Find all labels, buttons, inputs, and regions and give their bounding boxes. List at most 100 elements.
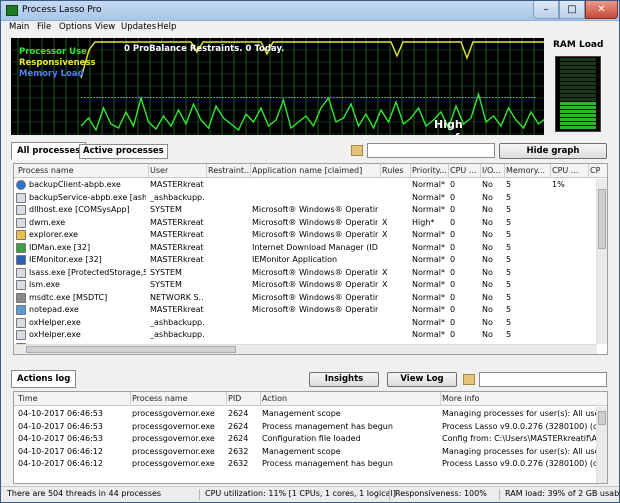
process-row[interactable]: IEMonitor.exe [32] MASTERkreatif IEMonitor… (14, 254, 596, 267)
minimize-button[interactable]: – (533, 1, 559, 19)
column-header[interactable]: Application name [claimed] (252, 166, 362, 175)
log-column-resize-handle[interactable] (440, 392, 441, 406)
process-row[interactable]: lsm.exe SYSTEM Microsoft® Windows® Operati… (14, 279, 596, 292)
column-header[interactable]: Priority... (412, 166, 447, 175)
log-cell: processgovernor.exe (132, 434, 215, 443)
column-header[interactable]: Rules (382, 166, 404, 175)
process-cell: Normal* (412, 317, 445, 327)
log-column-header[interactable]: Time (18, 394, 38, 403)
menu-file[interactable]: File (37, 22, 51, 32)
process-row[interactable]: backupService-abpb.exe [ashba... _ashback… (14, 192, 596, 205)
log-column-resize-handle[interactable] (260, 392, 261, 406)
tab-all-processes[interactable]: All processes (11, 142, 87, 160)
process-row[interactable]: lsass.exe [ProtectedStorage,Sa... SYSTEM M… (14, 267, 596, 280)
log-column-header[interactable]: Action (262, 394, 287, 403)
process-cell: 0 (450, 242, 456, 252)
log-row[interactable]: 04-10-2017 06:46:12 processgovernor.exe 26… (14, 458, 597, 471)
filter-icon[interactable] (351, 145, 363, 156)
vertical-scroll-thumb[interactable] (598, 189, 606, 249)
process-cell: 0 (450, 255, 456, 264)
menu-help[interactable]: Help (157, 22, 176, 32)
hide-graph-button[interactable]: Hide graph (499, 143, 607, 159)
log-column-header[interactable]: PID (228, 394, 241, 403)
process-row[interactable]: backupClient-abpb.exe MASTERkreatif Normal… (14, 179, 596, 192)
log-column-header[interactable]: More info (442, 394, 479, 403)
column-header[interactable]: Process name (18, 166, 74, 175)
process-table-horizontal-scrollbar[interactable] (14, 344, 597, 354)
column-resize-handle[interactable] (448, 164, 449, 178)
process-cell: No (482, 192, 493, 202)
status-ram-load: RAM load: 39% of 2 GB usabl (505, 489, 620, 498)
title-bar[interactable]: Process Lasso Pro – □ ✕ (1, 1, 619, 21)
log-cell: 04-10-2017 06:46:12 (18, 459, 103, 468)
column-resize-handle[interactable] (480, 164, 481, 178)
process-row[interactable]: notepad.exe MASTERkreatif Microsoft® Windo… (14, 304, 596, 317)
log-column-resize-handle[interactable] (226, 392, 227, 406)
column-resize-handle[interactable] (588, 164, 589, 178)
column-header[interactable]: I/O... (482, 166, 501, 175)
process-cell: Normal* (412, 280, 445, 289)
column-resize-handle[interactable] (148, 164, 149, 178)
column-header[interactable]: User (150, 166, 168, 175)
process-cell: notepad.exe (29, 305, 79, 314)
process-cell: Microsoft® Windows® Operatin... (252, 305, 378, 314)
menu-updates[interactable]: Updates (121, 22, 156, 32)
insights-button[interactable]: Insights (309, 372, 379, 387)
process-cell: Microsoft® Windows® Operatin... (252, 230, 378, 239)
column-resize-handle[interactable] (410, 164, 411, 178)
horizontal-scroll-thumb[interactable] (26, 346, 236, 353)
log-row[interactable]: 04-10-2017 06:46:53 processgovernor.exe 26… (14, 421, 597, 434)
log-scroll-thumb[interactable] (598, 411, 606, 425)
process-table-vertical-scrollbar[interactable] (596, 179, 607, 344)
status-threads: There are 504 threads in 44 processes (7, 489, 162, 498)
menu-view[interactable]: View (95, 22, 115, 32)
menu-options[interactable]: Options (59, 22, 92, 32)
log-filter-input[interactable] (479, 372, 607, 387)
process-cell: 0 (450, 230, 456, 239)
column-header[interactable]: CPU ... (552, 166, 578, 175)
process-row[interactable]: IDMan.exe [32] MASTERkreatif Internet Down… (14, 242, 596, 255)
column-header[interactable]: Restraint... (208, 166, 249, 175)
power-profile-label[interactable]: High performance (434, 118, 544, 135)
generic-app-icon (16, 192, 26, 203)
column-header[interactable]: Memory... (506, 166, 545, 175)
column-header[interactable]: CPU ... (450, 166, 476, 175)
log-column-resize-handle[interactable] (130, 392, 131, 406)
process-cell: 0 (450, 280, 456, 289)
log-row[interactable]: 04-10-2017 06:46:12 processgovernor.exe 26… (14, 446, 597, 459)
column-resize-handle[interactable] (550, 164, 551, 178)
process-row[interactable]: msdtc.exe [MSDTC] NETWORK S... Microsoft® … (14, 292, 596, 305)
process-row[interactable]: oxHelper.exe _ashbackupp... Normal* 0 No 5 (14, 317, 596, 330)
pane-splitter[interactable] (11, 363, 611, 367)
column-resize-handle[interactable] (504, 164, 505, 178)
log-cell: 2632 (228, 459, 249, 468)
process-cell: 5 (506, 305, 512, 314)
column-resize-handle[interactable] (380, 164, 381, 178)
maximize-button[interactable]: □ (559, 1, 585, 19)
process-cell: 0 (450, 205, 456, 214)
process-cell: No (482, 330, 493, 339)
close-button[interactable]: ✕ (585, 1, 618, 19)
menu-main[interactable]: Main (9, 22, 29, 32)
tab-active-processes[interactable]: Active processes (79, 144, 168, 159)
performance-graph[interactable]: Processor Use Responsiveness Memory Load… (11, 38, 544, 135)
column-resize-handle[interactable] (206, 164, 207, 178)
column-resize-handle[interactable] (250, 164, 251, 178)
process-cell: X (382, 267, 388, 277)
log-row[interactable]: 04-10-2017 06:46:53 processgovernor.exe 26… (14, 408, 597, 421)
process-cell: Normal* (412, 205, 445, 214)
process-row[interactable]: oxHelper.exe _ashbackupp... Normal* 0 No 5 (14, 329, 596, 342)
tab-actions-log[interactable]: Actions log (11, 370, 77, 388)
process-row[interactable]: dllhost.exe [COMSysApp] SYSTEM Microsoft® … (14, 204, 596, 217)
ram-meter-segment (560, 110, 596, 113)
log-table-vertical-scrollbar[interactable] (596, 407, 607, 483)
process-row[interactable]: dwm.exe MASTERkreatif Microsoft® Windows® … (14, 217, 596, 230)
process-row[interactable]: explorer.exe MASTERkreatif Microsoft® Wind… (14, 229, 596, 242)
log-row[interactable]: 04-10-2017 06:46:53 processgovernor.exe 26… (14, 433, 597, 446)
column-header[interactable]: CP (590, 166, 600, 175)
log-column-header[interactable]: Process name (132, 394, 188, 403)
process-filter-input[interactable] (367, 143, 495, 158)
view-log-button[interactable]: View Log (387, 372, 457, 387)
ram-meter-segment (560, 86, 596, 89)
log-filter-icon[interactable] (463, 374, 475, 385)
